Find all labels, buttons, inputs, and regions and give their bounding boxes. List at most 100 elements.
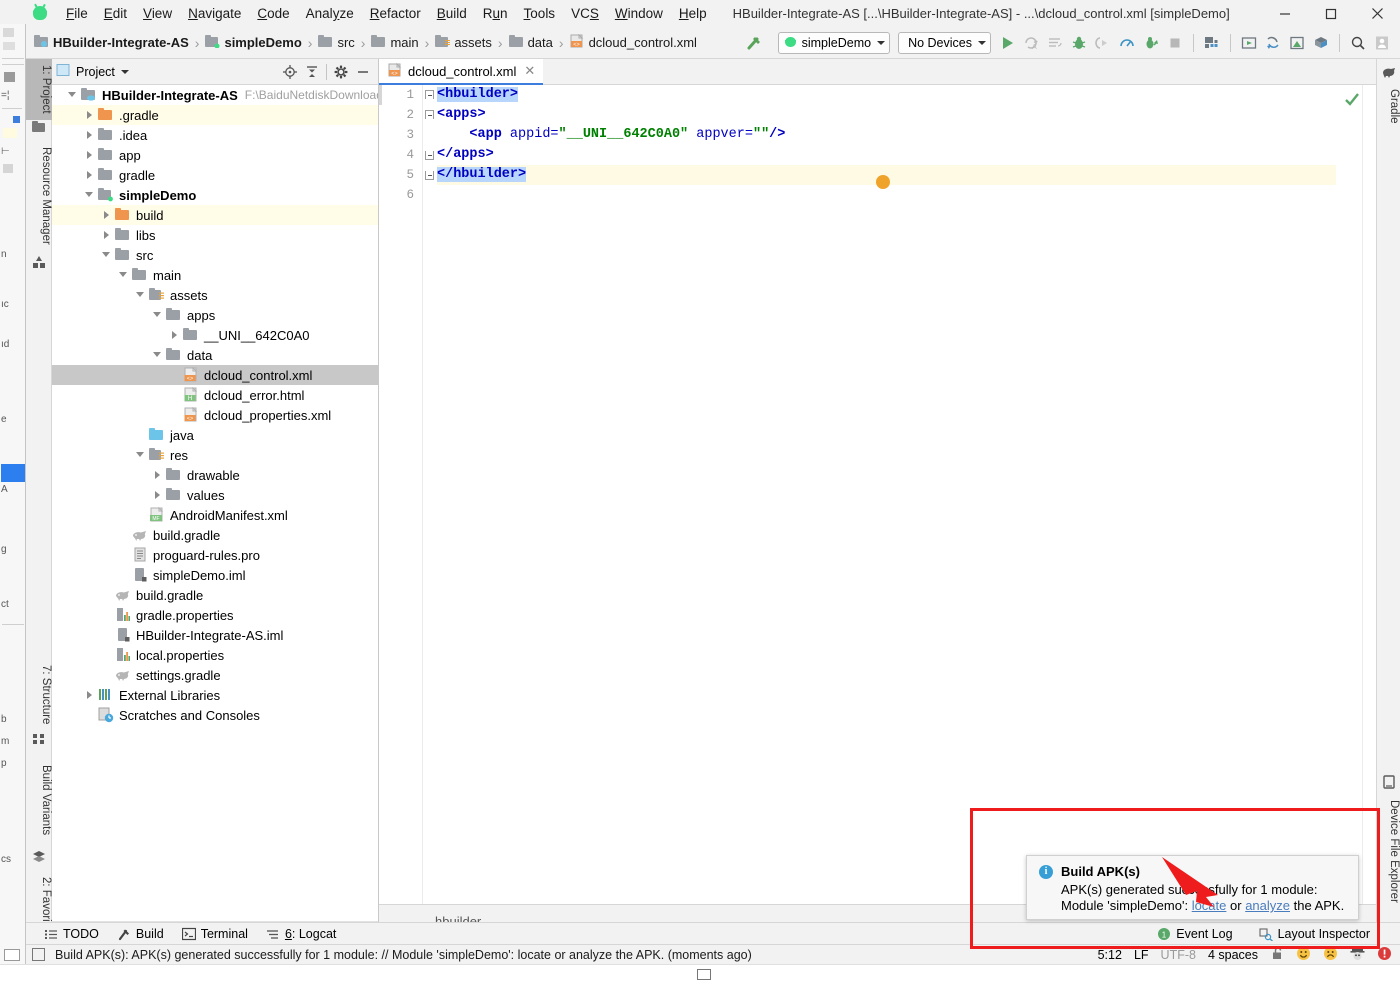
tree-node-external-libraries[interactable]: External Libraries [52,685,378,705]
tree-node-libs[interactable]: libs [52,225,378,245]
breadcrumb-item-src[interactable]: src [318,34,355,51]
breadcrumb-item-file[interactable]: <> dcloud_control.xml [570,33,697,52]
menu-item-file[interactable]: File [58,2,96,25]
tree-node--idea[interactable]: .idea [52,125,378,145]
menu-item-refactor[interactable]: Refactor [362,2,429,25]
code-lines[interactable]: <hbuilder> <apps> <app appid="__UNI__642C… [437,85,1336,904]
tree-node-gradle-properties[interactable]: gradle.properties [52,605,378,625]
run-configuration-selector[interactable]: simpleDemo [777,31,891,54]
device-manager-icon[interactable] [1285,31,1309,55]
fold-marker[interactable] [425,151,434,160]
chevron-closed-icon[interactable] [85,150,95,160]
caret-position[interactable]: 5:12 [1098,948,1122,962]
menu-item-tools[interactable]: Tools [516,2,564,25]
editor-gutter[interactable]: 1 2 3 4 5 6 [379,85,423,904]
debug-icon[interactable] [1067,31,1091,55]
breadcrumb-item-main[interactable]: main [371,34,419,51]
chevron-closed-icon[interactable] [85,690,95,700]
bottom-tab-todo[interactable]: TODO [44,927,99,941]
code-editor[interactable]: 1 2 3 4 5 6 <hbuilder> <apps> <app appid=… [379,85,1376,904]
indent-setting[interactable]: 4 spaces [1208,948,1258,962]
analyze-link[interactable]: analyze [1245,898,1290,913]
tree-node-apps[interactable]: apps [52,305,378,325]
menu-item-help[interactable]: Help [671,2,715,25]
editor-marker-bar[interactable] [1362,85,1376,904]
error-badge-icon[interactable] [1377,946,1392,964]
tree-node-src[interactable]: src [52,245,378,265]
chevron-closed-icon[interactable] [153,470,163,480]
file-encoding[interactable]: UTF-8 [1161,948,1196,962]
chevron-closed-icon[interactable] [170,330,180,340]
menu-item-vcs[interactable]: VCS [563,2,607,25]
code-line-4[interactable]: </apps> [437,145,1336,165]
fold-marker[interactable] [425,171,434,180]
menu-item-analyze[interactable]: Analyze [298,2,362,25]
settings-gear-icon[interactable] [330,61,352,83]
bottom-tab-build[interactable]: Build [117,927,164,941]
chevron-closed-icon[interactable] [102,210,112,220]
happy-face-icon[interactable] [1296,946,1311,964]
code-line-1[interactable]: <hbuilder> [437,85,1336,105]
stop-icon[interactable] [1163,31,1187,55]
tree-node-settings-gradle[interactable]: settings.gradle [52,665,378,685]
close-tab-icon[interactable]: ✕ [524,63,535,79]
sdk-manager-icon[interactable] [1200,31,1224,55]
apply-code-changes-icon[interactable] [1043,31,1067,55]
tree-node-hbuilder-integrate-as[interactable]: HBuilder-Integrate-AS F:\BaiduNetdiskDown… [52,85,378,105]
hide-panel-icon[interactable] [352,61,374,83]
tree-node-dcloud-control-xml[interactable]: <> dcloud_control.xml [52,365,378,385]
taskbar-window-icon[interactable] [697,969,711,980]
code-line-3[interactable]: <app appid="__UNI__642C0A0" appver=""/> [437,125,1336,145]
chevron-closed-icon[interactable] [85,110,95,120]
close-icon[interactable] [1354,0,1400,27]
run-icon[interactable] [995,31,1019,55]
breadcrumb-item-assets[interactable]: assets [435,34,492,51]
sidebar-item-build-variants[interactable]: Build Variants [26,759,52,841]
breadcrumb-item-module[interactable]: simpleDemo [205,34,302,51]
avd-manager-icon[interactable] [1237,31,1261,55]
tree-node--uni-642c0a0[interactable]: __UNI__642C0A0 [52,325,378,345]
breadcrumb-item-data[interactable]: data [508,34,553,51]
chevron-open-icon[interactable] [136,290,146,300]
minimize-icon[interactable] [1262,0,1308,27]
chevron-closed-icon[interactable] [85,170,95,180]
profiler-icon[interactable] [1115,31,1139,55]
maximize-icon[interactable] [1308,0,1354,27]
tree-node-proguard-rules-pro[interactable]: proguard-rules.pro [52,545,378,565]
run-with-coverage-icon[interactable] [1139,31,1163,55]
tree-node-main[interactable]: main [52,265,378,285]
menu-item-build[interactable]: Build [429,2,475,25]
editor-tab-dcloud-control[interactable]: <> dcloud_control.xml ✕ [379,59,544,85]
breakpoint-marker-icon[interactable] [876,175,890,189]
fold-marker[interactable] [425,90,434,99]
tree-node-drawable[interactable]: drawable [52,465,378,485]
breadcrumb-item-project[interactable]: HBuilder-Integrate-AS [34,34,189,51]
bottom-tab-terminal[interactable]: Terminal [181,927,248,941]
hacker-face-icon[interactable] [1350,946,1365,964]
device-selector[interactable]: No Devices [898,31,991,54]
locate-icon[interactable] [279,61,301,83]
apply-changes-icon[interactable]: A [1019,31,1043,55]
tree-node-dcloud-properties-xml[interactable]: <> dcloud_properties.xml [52,405,378,425]
sidebar-item-device-file-explorer[interactable]: Device File Explorer [1376,794,1400,909]
chevron-open-icon[interactable] [102,250,112,260]
sync-gradle-icon[interactable] [1261,31,1285,55]
menu-item-window[interactable]: Window [607,2,671,25]
tree-node--gradle[interactable]: .gradle [52,105,378,125]
sidebar-item-resource-manager[interactable]: Resource Manager [26,141,52,251]
chevron-closed-icon[interactable] [153,490,163,500]
chevron-closed-icon[interactable] [85,130,95,140]
chevron-open-icon[interactable] [153,350,163,360]
project-tree[interactable]: HBuilder-Integrate-AS F:\BaiduNetdiskDown… [52,85,378,921]
sad-face-icon[interactable] [1323,946,1338,964]
sidebar-item-project[interactable]: 1: Project [26,59,52,120]
code-folding-gutter[interactable] [423,85,437,904]
chevron-closed-icon[interactable] [102,230,112,240]
tree-node-simpledemo[interactable]: simpleDemo [52,185,378,205]
fold-marker[interactable] [425,110,434,119]
tree-node-gradle[interactable]: gradle [52,165,378,185]
unlocked-icon[interactable] [1270,946,1284,963]
menu-item-code[interactable]: Code [249,2,297,25]
bottom-tab-logcat[interactable]: 6: Logcat [266,927,336,941]
user-icon[interactable] [1370,31,1394,55]
